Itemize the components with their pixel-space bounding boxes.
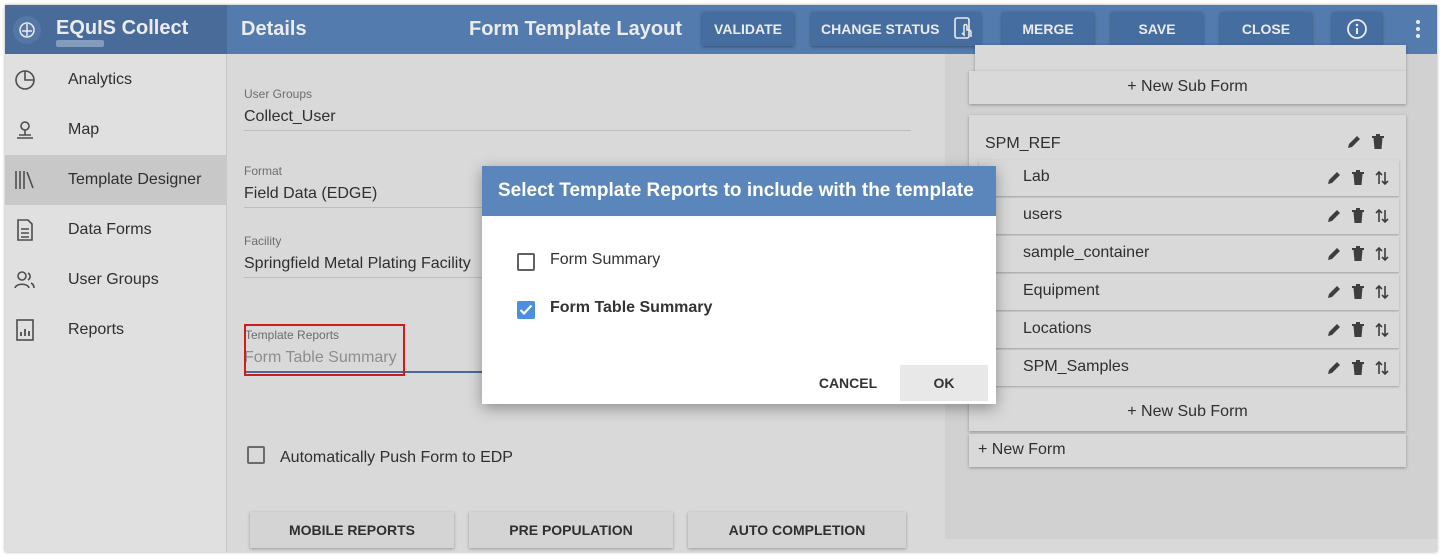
ok-button[interactable]: OK <box>900 365 988 401</box>
app-window: EQuIS Collect Analytics Map Template Des… <box>5 5 1437 552</box>
cancel-button[interactable]: CANCEL <box>800 365 896 401</box>
form-table-summary-checkbox[interactable] <box>517 301 535 319</box>
dialog-header: Select Template Reports to include with … <box>482 166 996 216</box>
select-template-reports-dialog: Select Template Reports to include with … <box>482 166 996 404</box>
form-summary-label: Form Summary <box>550 251 661 268</box>
checkmark-icon <box>519 304 533 316</box>
form-table-summary-label: Form Table Summary <box>550 299 713 316</box>
form-summary-checkbox[interactable] <box>517 253 535 271</box>
dialog-title: Select Template Reports to include with … <box>498 180 974 201</box>
